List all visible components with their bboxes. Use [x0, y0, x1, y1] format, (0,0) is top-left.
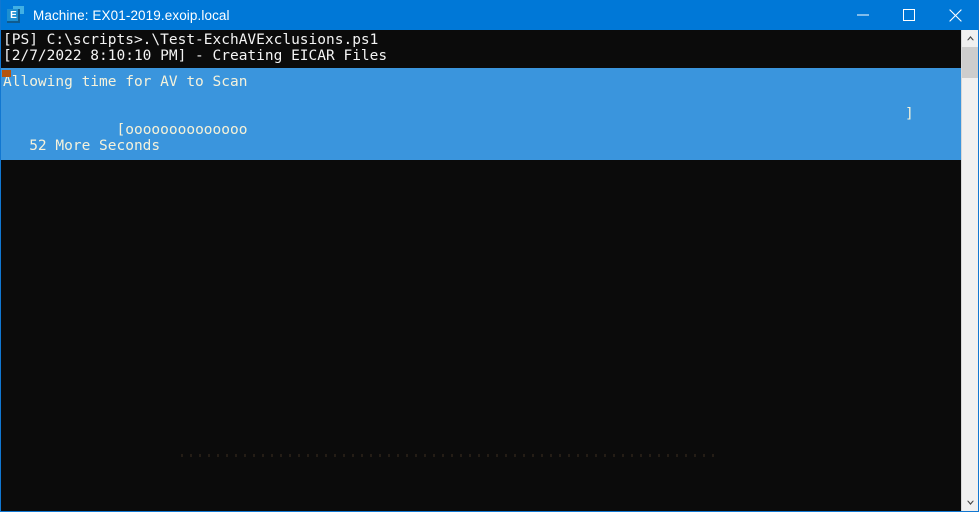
vertical-scrollbar[interactable] [961, 30, 978, 511]
console-area: [PS] C:\scripts>.\Test-ExchAVExclusions.… [1, 30, 978, 511]
maximize-button[interactable] [886, 0, 932, 30]
scrollbar-track[interactable] [962, 47, 978, 494]
scroll-down-button[interactable] [962, 494, 978, 511]
chevron-down-icon [966, 499, 975, 506]
console-output[interactable]: [PS] C:\scripts>.\Test-ExchAVExclusions.… [1, 30, 961, 511]
progress-bar: [oooooooooooooo ] [1, 106, 961, 138]
console-faint-artifact-row [181, 454, 721, 457]
close-button[interactable] [932, 0, 978, 30]
titlebar[interactable]: E Machine: EX01-2019.exoip.local [1, 0, 978, 30]
scrollbar-thumb[interactable] [962, 47, 978, 78]
window-controls [840, 0, 978, 30]
exchange-e-icon: E [7, 6, 25, 24]
progress-countdown: 52 More Seconds [3, 138, 161, 154]
selection-marker [2, 70, 11, 77]
console-line-prompt: [PS] C:\scripts>.\Test-ExchAVExclusions.… [3, 32, 379, 48]
minimize-icon [857, 9, 869, 21]
window-title: Machine: EX01-2019.exoip.local [33, 7, 230, 23]
exchange-e-icon-letter: E [10, 10, 17, 21]
maximize-icon [903, 9, 915, 21]
chevron-up-icon [966, 35, 975, 42]
console-line-status: [2/7/2022 8:10:10 PM] - Creating EICAR F… [3, 48, 388, 64]
progress-bar-end-bracket: ] [905, 106, 914, 122]
progress-highlight-block: Allowing time for AV to Scan [oooooooooo… [1, 68, 961, 160]
console-window: E Machine: EX01-2019.exoip.local [PS] C:… [0, 0, 979, 512]
progress-spacer-1 [1, 90, 961, 106]
close-icon [948, 8, 962, 22]
progress-heading: Allowing time for AV to Scan [3, 74, 248, 90]
scroll-up-button[interactable] [962, 30, 978, 47]
progress-bar-fill: [oooooooooooooo [90, 122, 248, 138]
minimize-button[interactable] [840, 0, 886, 30]
